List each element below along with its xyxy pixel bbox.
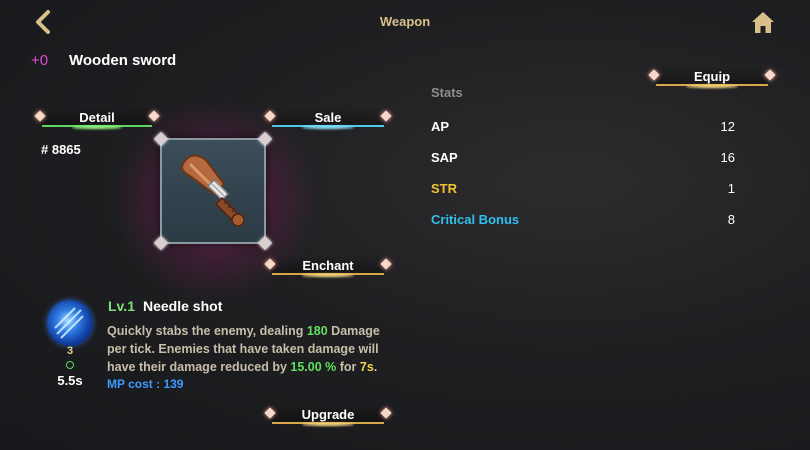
item-name: Wooden sword <box>69 52 177 69</box>
enchant-button-label: Enchant <box>302 257 354 273</box>
stat-value: 1 <box>727 181 735 196</box>
desc-text: . <box>373 360 378 374</box>
item-id: # 8865 <box>41 142 81 157</box>
skill-name: Needle shot <box>143 298 223 314</box>
skill-description: Quickly stabs the enemy, dealing 180 Dam… <box>107 322 397 376</box>
desc-text: for <box>336 360 360 374</box>
stat-row-ap: AP 12 <box>431 119 735 137</box>
stat-name: SAP <box>431 150 458 165</box>
upgrade-button[interactable]: Upgrade <box>264 402 392 426</box>
stat-name: STR <box>431 181 457 196</box>
stat-row-str: STR 1 <box>431 181 735 199</box>
desc-duration: 7s <box>359 360 374 374</box>
stat-value: 8 <box>727 212 735 227</box>
skill-count: 3 <box>66 345 74 357</box>
wooden-sword-icon <box>181 154 245 227</box>
enchant-button[interactable]: Enchant <box>264 253 392 277</box>
detail-button-label: Detail <box>79 109 115 125</box>
equip-button-label: Equip <box>693 68 731 84</box>
sale-button-label: Sale <box>314 109 342 125</box>
desc-percent: 15.00 % <box>290 360 337 374</box>
stat-row-sap: SAP 16 <box>431 150 735 168</box>
enhance-level: +0 <box>31 52 49 69</box>
stat-row-critical-bonus: Critical Bonus 8 <box>431 212 735 230</box>
cooldown-icon <box>66 361 74 369</box>
upgrade-button-label: Upgrade <box>301 406 355 422</box>
page-title: Weapon <box>379 14 431 29</box>
desc-text: Quickly stabs the enemy, dealing <box>107 324 307 338</box>
stat-value: 12 <box>720 119 735 134</box>
desc-damage: 180 <box>306 324 328 338</box>
skill-level: Lv.1 <box>108 298 135 314</box>
needle-burst-icon <box>54 307 84 339</box>
equip-button[interactable]: Equip <box>648 64 776 88</box>
home-button[interactable] <box>748 8 778 36</box>
stat-name: AP <box>431 119 450 134</box>
needle-shot-skill-icon[interactable] <box>47 300 93 346</box>
stats-title: Stats <box>431 85 463 100</box>
item-slot[interactable] <box>153 131 273 251</box>
stat-value: 16 <box>720 150 735 165</box>
home-icon <box>752 12 774 33</box>
skill-cooldown: 5.5s <box>57 373 83 388</box>
stat-name: Critical Bonus <box>431 212 520 227</box>
mp-cost: MP cost : 139 <box>107 377 184 391</box>
